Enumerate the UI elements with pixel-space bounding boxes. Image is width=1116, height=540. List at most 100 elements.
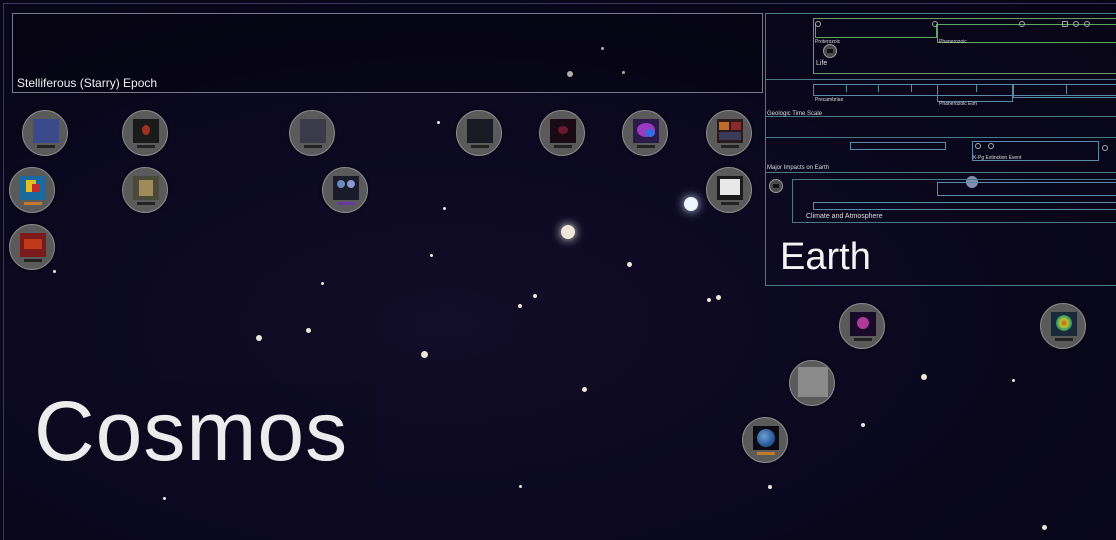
thumbnail [850, 312, 876, 336]
thumbnail [467, 119, 493, 143]
star [53, 270, 56, 273]
star [321, 282, 324, 285]
circle-icon [1019, 21, 1025, 27]
red-field-node[interactable] [9, 224, 55, 270]
building-node[interactable] [122, 167, 168, 213]
thumbnail [133, 176, 159, 200]
thumbnail [798, 367, 828, 397]
star [707, 298, 711, 302]
caption-bar [554, 145, 572, 148]
star [684, 197, 698, 211]
caption-bar [137, 145, 155, 148]
thumbnail [550, 119, 576, 143]
epoch-title: Stelliferous (Starry) Epoch [17, 76, 158, 90]
blue-earth-node[interactable] [742, 417, 788, 463]
circle-icon [1084, 21, 1090, 27]
thumbnail [333, 176, 359, 200]
star [430, 254, 433, 257]
impacts-timeline [850, 142, 946, 150]
star-cluster-node[interactable] [289, 110, 335, 156]
white-diagram-node[interactable] [706, 167, 752, 213]
star [518, 304, 522, 308]
caption-bar [637, 145, 655, 148]
thumbnail [717, 119, 743, 143]
circle-icon [1102, 145, 1108, 151]
thumbnail [133, 119, 159, 143]
thumbnail [753, 426, 779, 450]
circle-icon [815, 21, 821, 27]
star [421, 351, 428, 358]
caption-bar [24, 202, 42, 205]
impacts-sub-label: K-Pg Extinction Event [973, 155, 1022, 161]
star [627, 262, 632, 267]
colorful-map-node[interactable] [9, 167, 55, 213]
star [561, 225, 575, 239]
thumbnail [717, 176, 743, 200]
caption-bar [137, 202, 155, 205]
multi-panel-node[interactable] [706, 110, 752, 156]
caption-bar [721, 145, 739, 148]
geologic-timeline [846, 84, 847, 92]
thumbnail [1051, 312, 1077, 336]
caption-bar [24, 259, 42, 262]
life-zoom-node[interactable] [823, 44, 837, 58]
red-galaxy-node[interactable] [539, 110, 585, 156]
cosmos-title: Cosmos [34, 384, 349, 478]
climate-label: Climate and Atmosphere [806, 213, 883, 220]
geologic-sub-label: Precambrian [815, 97, 844, 103]
star [1012, 379, 1015, 382]
life-timeline [815, 24, 937, 38]
caption-bar [854, 338, 872, 341]
circle-icon [975, 143, 981, 149]
star [443, 207, 446, 210]
caption-bar [337, 202, 355, 205]
geologic-timeline [1066, 84, 1067, 94]
geologic-timeline [911, 84, 912, 92]
thumbnail [633, 119, 659, 143]
caption-bar [721, 202, 739, 205]
climate-timeline [813, 202, 1116, 210]
gray-surface-node[interactable] [789, 360, 835, 406]
caption-bar [1055, 338, 1073, 341]
life-sub-label: Phanerozoic [939, 39, 967, 45]
thumbnail [33, 119, 59, 143]
pink-planet-node[interactable] [839, 303, 885, 349]
star [582, 387, 587, 392]
star [256, 335, 262, 341]
earth-frame[interactable]: Proterozoic Phanerozoic Life Precambrian… [765, 13, 1116, 286]
earth-title: Earth [780, 236, 871, 278]
cosmos-title-area: Cosmos [24, 383, 376, 495]
geologic-timeline [878, 84, 879, 92]
star [921, 374, 927, 380]
star [437, 121, 440, 124]
life-label: Life [816, 60, 828, 67]
geologic-timeline [937, 84, 1013, 102]
star [768, 485, 772, 489]
star [533, 294, 537, 298]
galaxy-spiral-node[interactable] [22, 110, 68, 156]
earth-zoom-node[interactable] [769, 179, 783, 193]
caption-bar [757, 452, 775, 455]
geologic-sub-label: Phanerozoic Eon [939, 101, 978, 107]
star [861, 423, 865, 427]
star [1042, 525, 1047, 530]
star [716, 295, 721, 300]
geologic-timeline [976, 84, 977, 92]
geologic-label: Geologic Time Scale [767, 111, 823, 117]
stelliferous-epoch-frame[interactable]: Stelliferous (Starry) Epoch [12, 13, 763, 93]
star [519, 485, 522, 488]
thumbnail [300, 119, 326, 143]
caption-bar [471, 145, 489, 148]
dark-galaxy-node[interactable] [456, 110, 502, 156]
climate-timeline [937, 182, 1116, 196]
red-nebula-node[interactable] [122, 110, 168, 156]
impacts-label: Major Impacts on Earth [767, 165, 830, 171]
spiral-diagram-node[interactable] [322, 167, 368, 213]
caption-bar [37, 145, 55, 148]
pink-blue-cloud-node[interactable] [622, 110, 668, 156]
caption-bar [304, 145, 322, 148]
circle-icon [1062, 21, 1068, 27]
climate-globe-node[interactable] [1040, 303, 1086, 349]
thumbnail [20, 233, 46, 257]
thumbnail [20, 176, 46, 200]
